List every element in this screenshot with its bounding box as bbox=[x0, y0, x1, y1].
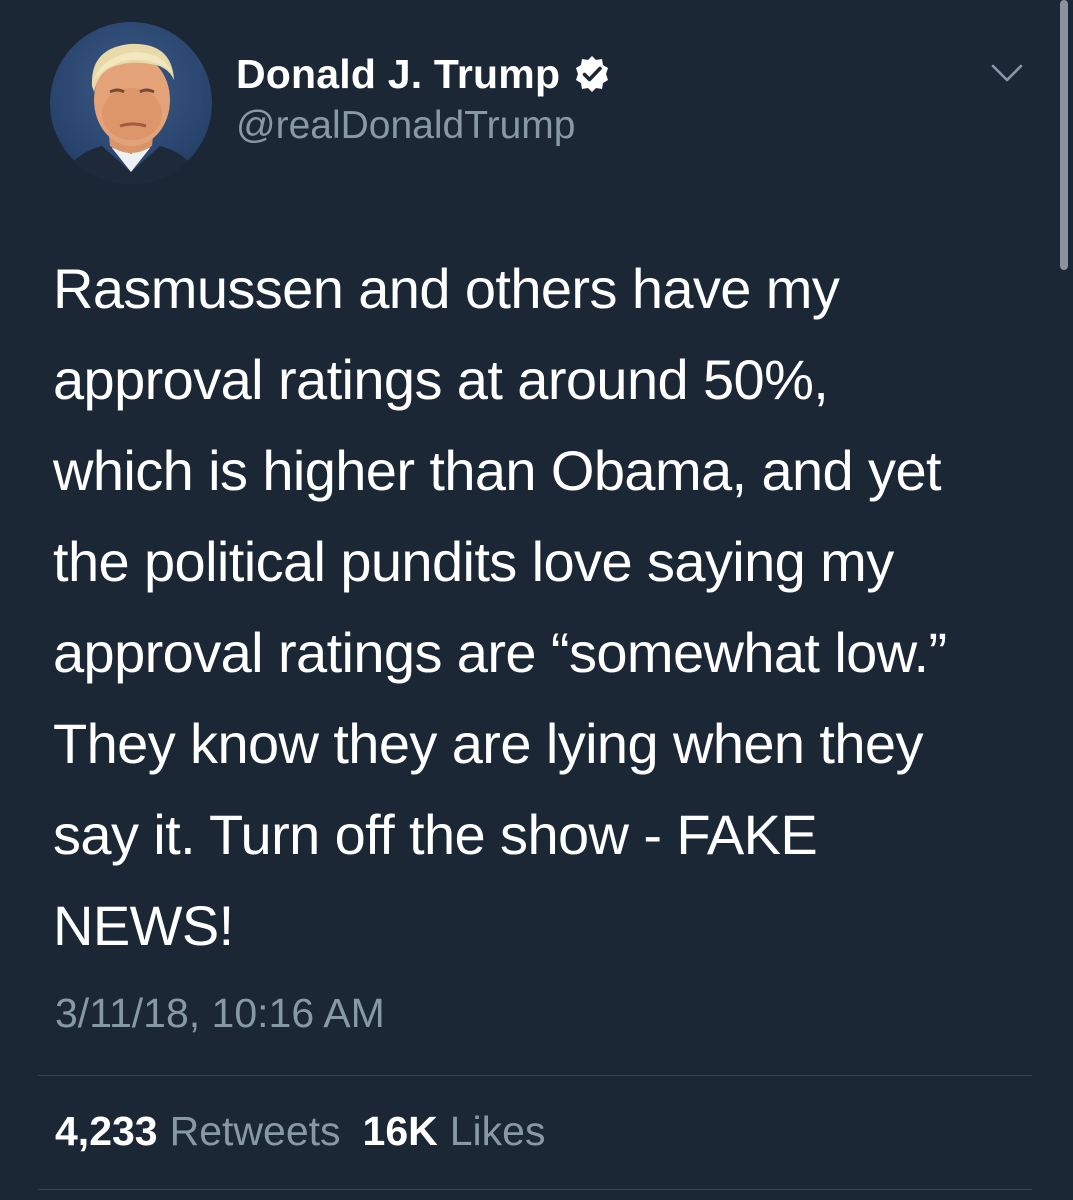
tweet-detail: Donald J. Trump @realDonaldTrump Rasmuss… bbox=[0, 0, 1073, 1200]
likes-label: Likes bbox=[449, 1108, 546, 1154]
author-handle[interactable]: @realDonaldTrump bbox=[236, 104, 612, 148]
chevron-down-icon[interactable] bbox=[985, 58, 1029, 88]
tweet-timestamp[interactable]: 3/11/18, 10:16 AM bbox=[55, 990, 385, 1037]
divider-bottom bbox=[38, 1189, 1032, 1190]
likes-count: 16K bbox=[362, 1108, 438, 1154]
tweet-text: Rasmussen and others have my approval ra… bbox=[53, 257, 947, 957]
avatar-portrait bbox=[60, 43, 202, 184]
retweets-stat[interactable]: 4,233 Retweets bbox=[55, 1108, 341, 1155]
author-name-row: Donald J. Trump bbox=[236, 46, 612, 102]
retweets-count: 4,233 bbox=[55, 1108, 158, 1154]
avatar[interactable] bbox=[50, 22, 212, 184]
author-info: Donald J. Trump @realDonaldTrump bbox=[236, 46, 612, 148]
author-display-name[interactable]: Donald J. Trump bbox=[236, 51, 560, 98]
scrollbar[interactable] bbox=[1060, 0, 1068, 270]
verified-badge-icon bbox=[572, 54, 612, 94]
divider bbox=[38, 1075, 1032, 1076]
tweet-stats: 4,233 Retweets 16K Likes bbox=[55, 1108, 567, 1155]
likes-stat[interactable]: 16K Likes bbox=[363, 1108, 546, 1155]
retweets-label: Retweets bbox=[169, 1108, 341, 1154]
